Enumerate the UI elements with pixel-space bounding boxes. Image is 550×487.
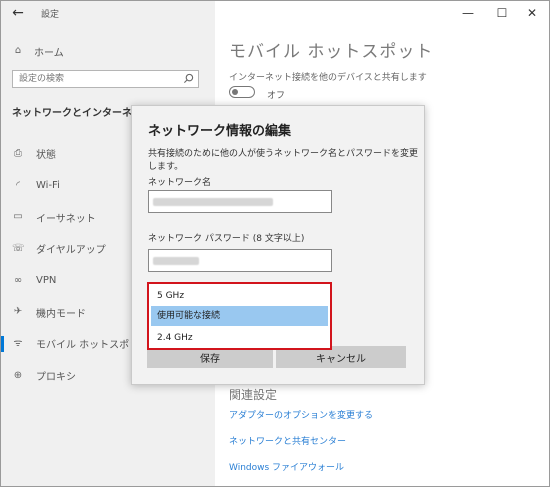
sidebar-item-label: Wi-Fi [36,180,60,192]
network-name-field[interactable] [148,190,332,213]
sidebar-item-label: ダイヤルアップ [36,245,106,257]
band-dropdown-list: 5 GHz 使用可能な接続 2.4 GHz [147,282,332,350]
redacted-value [153,257,199,265]
toggle-state-label: オフ [267,91,286,101]
minimize-icon[interactable]: — [453,4,483,22]
settings-window: ← 設定 ⌂ ホーム ネットワークとインターネット ⎙ 状態 ◜ Wi-Fi [0,0,550,487]
page-title: モバイル ホットスポット [229,42,434,62]
network-password-label: ネットワーク パスワード (8 文字以上) [148,234,305,244]
firewall-link[interactable]: Windows ファイアウォール [229,460,344,473]
home-icon: ⌂ [14,45,22,56]
sharing-center-link[interactable]: ネットワークと共有センター [229,434,346,447]
back-arrow-icon[interactable]: ← [9,4,27,22]
ethernet-icon: ▭ [13,211,23,223]
wifi-icon: ◜ [16,179,20,191]
vpn-icon: ∞ [13,274,23,286]
search-box[interactable] [12,70,199,88]
hotspot-toggle[interactable] [229,86,255,98]
band-option-24ghz[interactable]: 2.4 GHz [151,328,328,348]
share-label: インターネット接続を他のデバイスと共有します [229,73,427,83]
search-input[interactable] [13,71,184,87]
redacted-value [153,198,273,206]
band-option-available[interactable]: 使用可能な接続 [151,306,328,326]
sidebar-item-label: プロキシ [36,372,76,384]
related-settings-title: 関連設定 [229,388,278,402]
status-icon: ⎙ [14,147,22,159]
dialog-title: ネットワーク情報の編集 [148,124,292,139]
app-title: 設定 [41,10,60,20]
home-link[interactable]: ⌂ ホーム [12,43,64,59]
toggle-knob [232,88,238,95]
sidebar-item-label: VPN [36,275,57,287]
airplane-icon: ✈ [13,306,23,318]
sidebar-item-label: イーサネット [36,213,96,225]
sidebar-item-label: 機内モード [36,308,86,320]
dialup-icon: ☏ [12,242,25,254]
network-name-label: ネットワーク名 [148,178,212,188]
adapter-options-link[interactable]: アダプターのオプションを変更する [229,408,373,421]
dialog-description: 共有接続のために他の人が使うネットワーク名とパスワードを変更します。 [148,149,419,172]
hotspot-icon: ᯤ [13,337,23,349]
network-password-field[interactable] [148,249,332,272]
home-label: ホーム [34,47,64,59]
proxy-icon: ⊕ [13,369,23,381]
band-option-5ghz[interactable]: 5 GHz [151,286,328,306]
search-icon [183,73,194,84]
sidebar-item-label: 状態 [36,150,56,162]
maximize-icon[interactable]: ☐ [487,4,517,22]
close-icon[interactable]: ✕ [517,4,547,22]
